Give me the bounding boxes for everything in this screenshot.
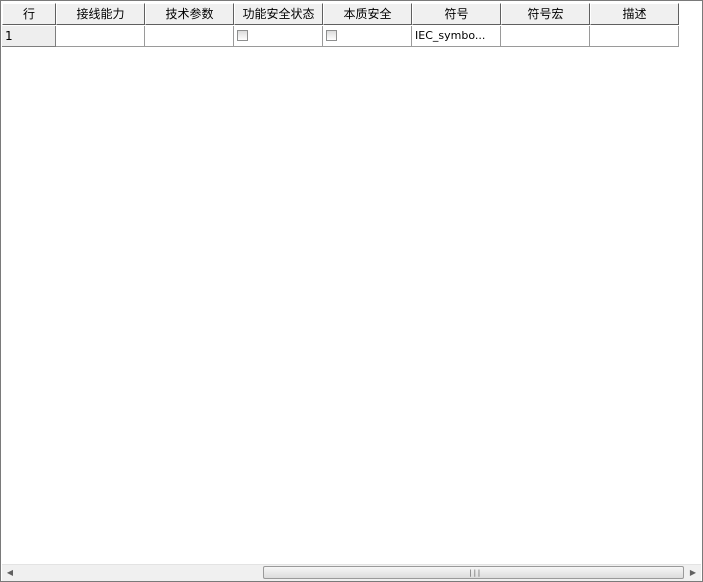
cell-symbol-macro[interactable] bbox=[501, 26, 590, 47]
column-header-functional-safety-state[interactable]: 功能安全状态 bbox=[234, 3, 323, 25]
column-header-wiring-capability[interactable]: 接线能力 bbox=[56, 3, 145, 25]
column-header-intrinsic-safety[interactable]: 本质安全 bbox=[323, 3, 412, 25]
horizontal-scrollbar[interactable]: ◀ ||| ▶ bbox=[2, 564, 701, 581]
cell-wiring-capability[interactable] bbox=[56, 26, 145, 47]
row-number[interactable]: 1 bbox=[2, 26, 56, 47]
cell-intrinsic-safety[interactable] bbox=[323, 26, 412, 47]
cell-functional-safety-state[interactable] bbox=[234, 26, 323, 47]
scrollbar-thumb[interactable]: ||| bbox=[263, 566, 684, 579]
column-header-technical-parameters[interactable]: 技术参数 bbox=[145, 3, 234, 25]
cell-description[interactable] bbox=[590, 26, 679, 47]
arrow-right-icon[interactable]: ▶ bbox=[685, 565, 701, 581]
column-header-symbol[interactable]: 符号 bbox=[412, 3, 501, 25]
column-header-symbol-macro[interactable]: 符号宏 bbox=[501, 3, 590, 25]
cell-technical-parameters[interactable] bbox=[145, 26, 234, 47]
arrow-left-icon[interactable]: ◀ bbox=[2, 565, 18, 581]
functional-safety-checkbox[interactable] bbox=[237, 30, 248, 41]
table-window: 行 接线能力 技术参数 功能安全状态 本质安全 符号 符号宏 描述 1 IEC_… bbox=[0, 0, 703, 582]
column-header-row-number[interactable]: 行 bbox=[2, 3, 56, 25]
intrinsic-safety-checkbox[interactable] bbox=[326, 30, 337, 41]
cell-symbol[interactable]: IEC_symbo... bbox=[412, 26, 501, 47]
column-header-description[interactable]: 描述 bbox=[590, 3, 679, 25]
grip-icon: ||| bbox=[468, 569, 482, 577]
